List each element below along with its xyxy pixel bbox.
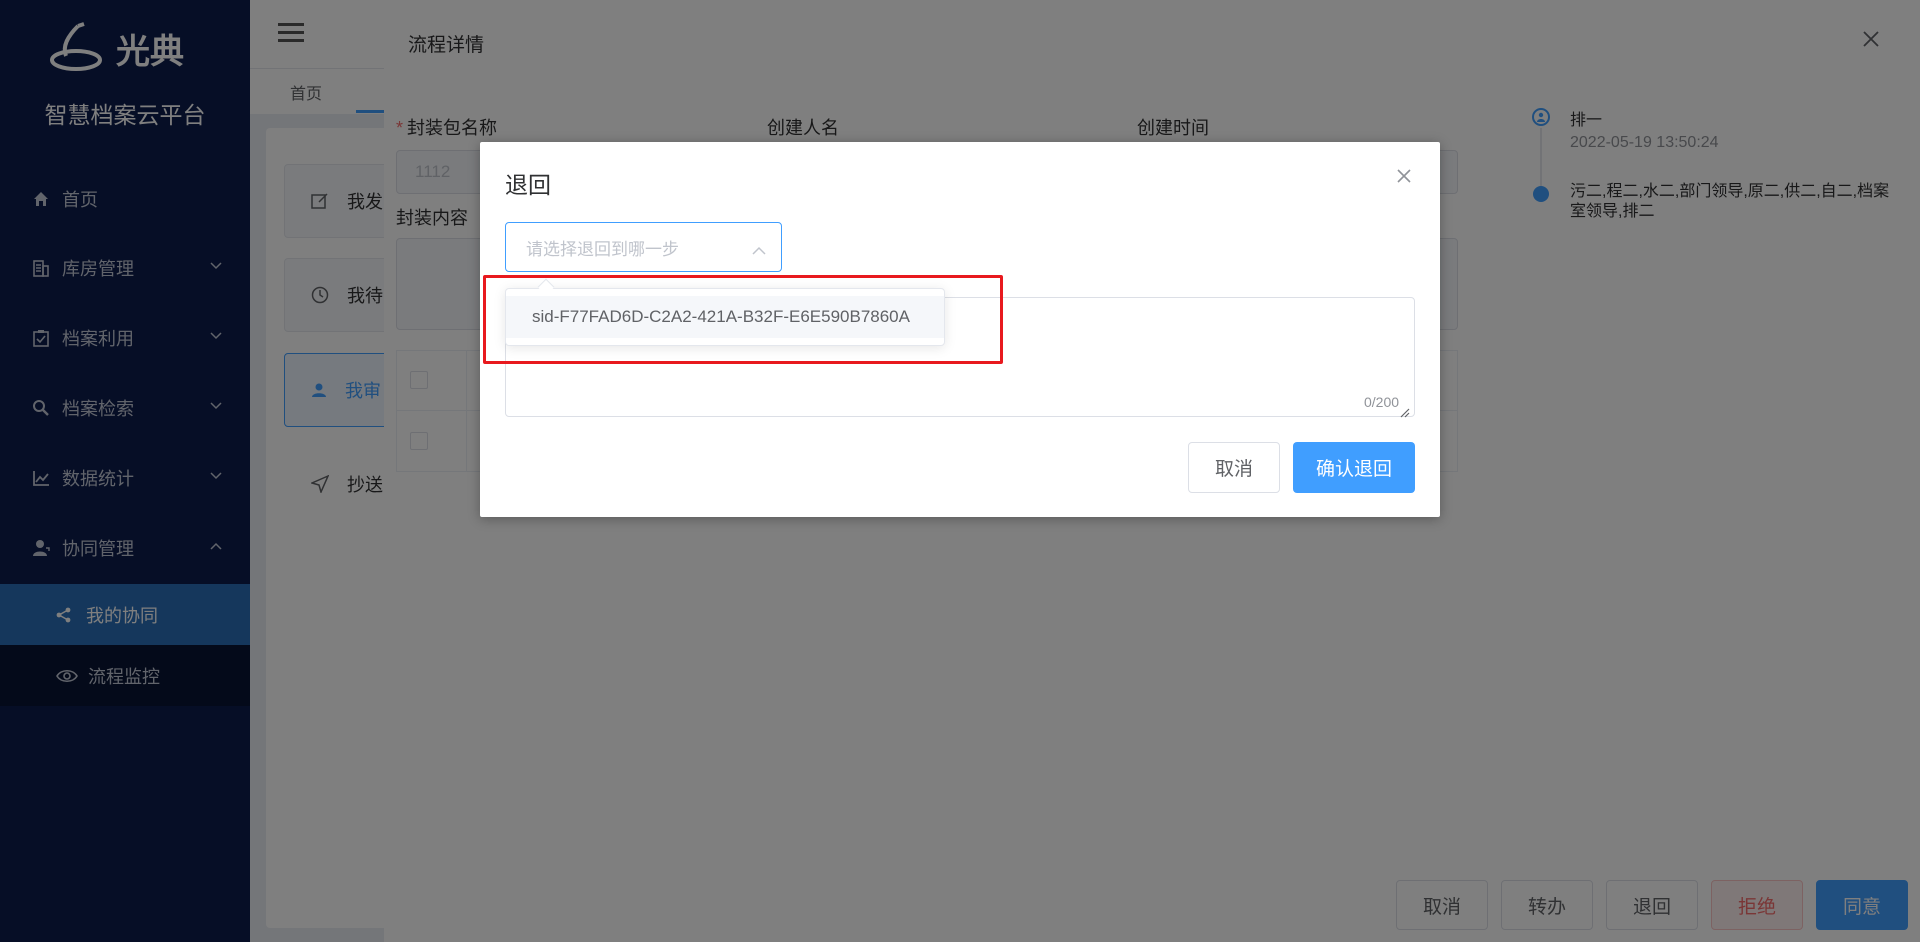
highlight-annotation-box — [483, 275, 1003, 364]
dialog-close-icon[interactable] — [1396, 168, 1412, 189]
dialog-title: 退回 — [505, 172, 551, 198]
select-placeholder: 请选择退回到哪一步 — [526, 239, 679, 259]
return-step-select[interactable]: 请选择退回到哪一步 — [505, 222, 782, 272]
dialog-cancel-button[interactable]: 取消 — [1188, 442, 1280, 493]
chevron-up-icon[interactable] — [752, 240, 766, 260]
confirm-return-button[interactable]: 确认退回 — [1293, 442, 1415, 493]
char-counter: 0/200 — [1364, 394, 1400, 410]
resize-handle-icon[interactable] — [1400, 403, 1410, 423]
